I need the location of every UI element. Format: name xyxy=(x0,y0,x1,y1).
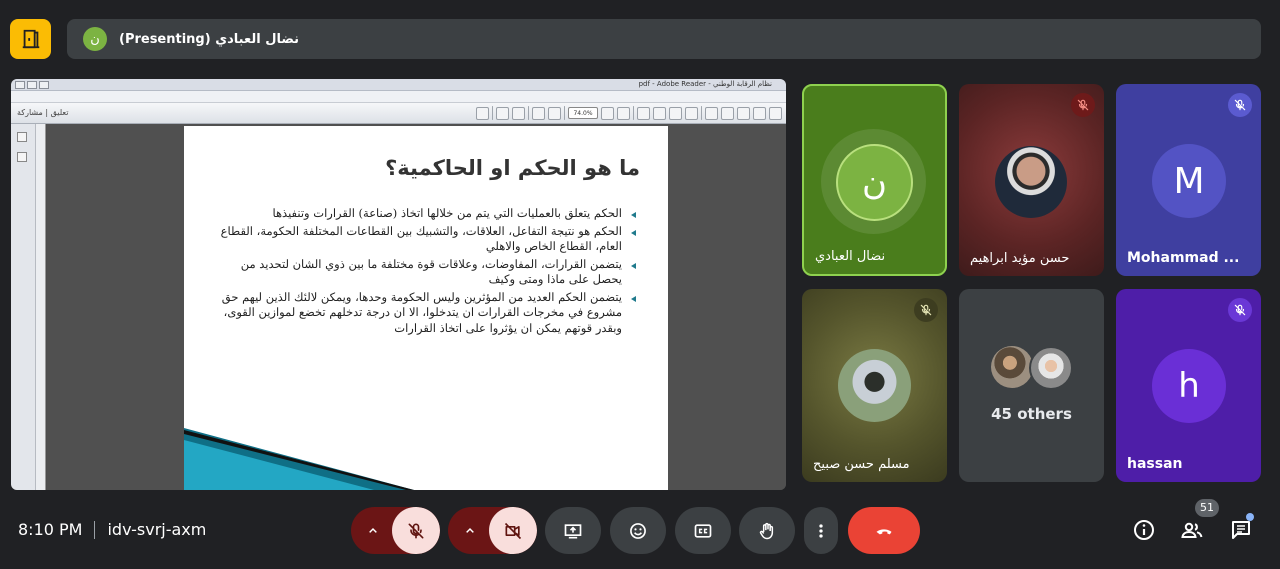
participant-name: مسلم حسن صبيح xyxy=(813,457,910,472)
door-icon xyxy=(22,29,39,49)
participant-photo xyxy=(995,146,1067,218)
hand-icon xyxy=(759,522,774,539)
video-options-button[interactable] xyxy=(448,507,492,554)
zoom-field: 74.0% xyxy=(568,107,598,119)
reactions-button[interactable] xyxy=(610,507,666,554)
document-area: ما هو الحكم او الحاكمية؟ الحكم يتعلق بال… xyxy=(47,124,786,490)
people-button[interactable] xyxy=(1179,517,1205,543)
more-options-button[interactable] xyxy=(804,507,838,554)
reader-title-bar: pdf - Adobe Reader - نظام الرقابة الوطني xyxy=(11,79,786,91)
participant-tile[interactable]: ن نضال العبادي xyxy=(802,84,947,276)
slide-bullets: الحكم يتعلق بالعمليات التي يتم من خلالها… xyxy=(216,206,636,338)
participant-name: نضال العبادي xyxy=(815,249,886,264)
people-icon xyxy=(1181,522,1203,538)
participant-photo xyxy=(1029,346,1073,390)
participant-name: Mohammad ... xyxy=(1127,250,1240,266)
reader-toolbar-links: تعليق | مشاركة xyxy=(17,108,69,117)
presenter-avatar: ن xyxy=(83,27,107,51)
meeting-info: 8:10 PM idv-svrj-axm xyxy=(18,520,206,539)
window-controls xyxy=(15,81,49,89)
chat-notification-dot xyxy=(1246,513,1254,521)
hang-up-icon xyxy=(876,528,892,534)
audio-options-button[interactable] xyxy=(351,507,395,554)
participant-tile[interactable]: h hassan xyxy=(1116,289,1261,482)
slide-page: ما هو الحكم او الحاكمية؟ الحكم يتعلق بال… xyxy=(184,126,668,490)
reader-toolbar: تعليق | مشاركة 74.0% xyxy=(11,103,786,124)
chevron-up-icon xyxy=(466,527,474,533)
avatar: M xyxy=(1152,144,1226,218)
others-tile[interactable]: 45 others xyxy=(959,289,1104,482)
participant-photo xyxy=(991,346,1033,388)
slide-bullet: يتضمن الحكم العديد من المؤثرين وليس الحك… xyxy=(216,290,636,337)
captions-button[interactable] xyxy=(675,507,731,554)
raise-hand-button[interactable] xyxy=(739,507,795,554)
reader-toolbar-buttons: 74.0% xyxy=(476,106,782,120)
camera-off-icon xyxy=(504,522,522,539)
camera-toggle-button[interactable] xyxy=(489,507,537,554)
presenting-label: (Presenting) نضال العبادي xyxy=(119,31,300,47)
chat-icon xyxy=(1232,521,1250,539)
meeting-details-button[interactable] xyxy=(1131,517,1157,543)
participant-tile[interactable]: M Mohammad ... xyxy=(1116,84,1261,276)
participant-name: حسن مؤيد ابراهيم xyxy=(970,251,1070,266)
slide-bullet: الحكم هو نتيجة التفاعل، العلاقات، والتشب… xyxy=(216,224,636,255)
more-vert-icon xyxy=(819,523,823,538)
meet-logo-button[interactable] xyxy=(10,19,51,59)
mic-off-icon xyxy=(1228,93,1252,117)
others-count: 45 others xyxy=(991,405,1072,423)
slide-bullet: الحكم يتعلق بالعمليات التي يتم من خلالها… xyxy=(216,206,636,222)
others-avatars xyxy=(991,346,1081,390)
slide-bullet: يتضمن القرارات، المفاوضات، وعلاقات قوة م… xyxy=(216,257,636,288)
mic-off-icon xyxy=(1228,298,1252,322)
people-count-badge: 51 xyxy=(1195,499,1219,517)
avatar: h xyxy=(1152,349,1226,423)
mic-control-group xyxy=(351,507,440,554)
mic-off-icon xyxy=(408,523,424,538)
present-screen-button[interactable] xyxy=(545,507,601,554)
participant-tile[interactable]: حسن مؤيد ابراهيم xyxy=(959,84,1104,276)
info-icon xyxy=(1134,520,1154,540)
camera-control-group xyxy=(448,507,537,554)
slide-title: ما هو الحكم او الحاكمية؟ xyxy=(385,156,640,180)
emoji-icon xyxy=(630,522,646,539)
presenting-banner: ن (Presenting) نضال العبادي xyxy=(67,19,1261,59)
microphone-toggle-button[interactable] xyxy=(392,507,440,554)
mic-off-icon xyxy=(1071,93,1095,117)
clock-time: 8:10 PM xyxy=(18,520,83,539)
chevron-up-icon xyxy=(369,527,377,533)
reader-scrollbar xyxy=(35,124,45,490)
meeting-code: idv-svrj-axm xyxy=(107,520,207,539)
captions-icon xyxy=(694,523,712,538)
reader-window-title: pdf - Adobe Reader - نظام الرقابة الوطني xyxy=(638,80,772,88)
shared-screen: pdf - Adobe Reader - نظام الرقابة الوطني… xyxy=(11,79,786,490)
slide-decoration xyxy=(184,428,414,490)
present-screen-icon xyxy=(564,523,582,538)
mic-off-icon xyxy=(914,298,938,322)
participant-name: hassan xyxy=(1127,456,1183,472)
leave-call-button[interactable] xyxy=(848,507,920,554)
participant-tile[interactable]: مسلم حسن صبيح xyxy=(802,289,947,482)
participant-photo xyxy=(838,349,911,422)
avatar: ن xyxy=(836,144,913,221)
divider xyxy=(94,520,96,539)
reader-menu-bar xyxy=(11,91,786,103)
